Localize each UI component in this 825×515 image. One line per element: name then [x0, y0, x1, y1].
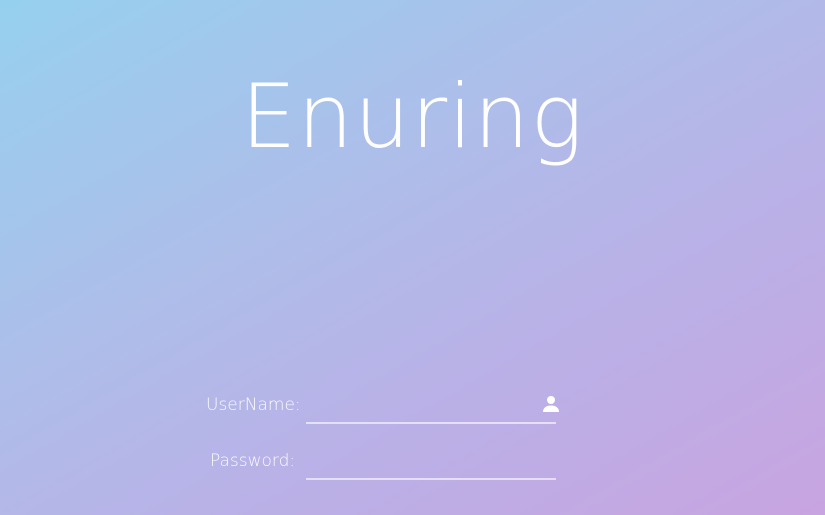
person-icon	[542, 395, 560, 413]
password-label: Password:	[210, 451, 296, 471]
username-field-container	[306, 392, 559, 424]
username-label: UserName:	[206, 395, 301, 415]
username-input[interactable]	[306, 392, 536, 420]
app-title: Enuring	[240, 65, 585, 168]
password-field-container	[306, 448, 556, 480]
password-input[interactable]	[306, 448, 536, 476]
